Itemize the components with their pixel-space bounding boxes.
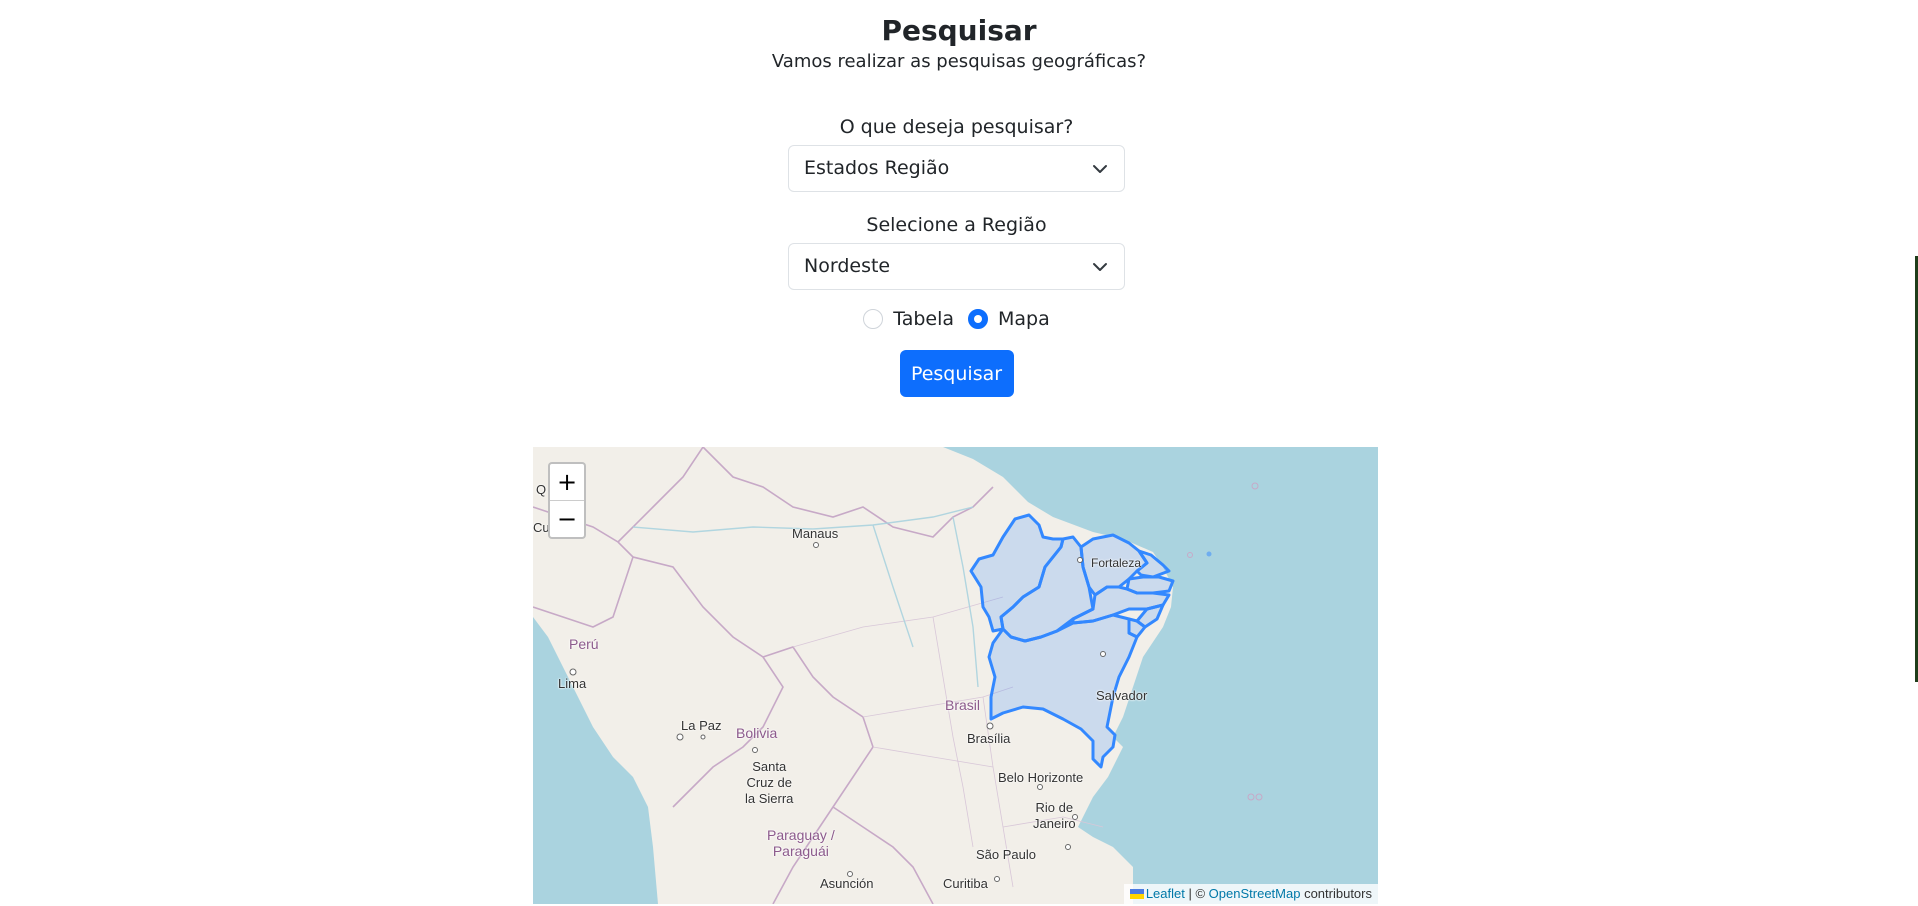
radio-option-tabela[interactable]: Tabela	[863, 308, 954, 330]
map-label-salvador: Salvador	[1096, 688, 1148, 703]
map-label-asuncion: Asunción	[820, 876, 874, 891]
radio-option-mapa[interactable]: Mapa	[968, 308, 1050, 330]
zoom-in-button[interactable]: +	[550, 464, 584, 501]
ukraine-flag-icon	[1129, 889, 1144, 899]
region-label: Selecione a Região	[866, 214, 1047, 236]
map-label-manaus: Manaus	[792, 526, 839, 541]
map-label-bolivia: Bolivia	[736, 725, 778, 741]
region-select[interactable]: Nordeste	[788, 243, 1125, 290]
map[interactable]: Manaus Fortaleza Perú Lima Brasil Salvad…	[533, 447, 1378, 904]
map-label-brasilia: Brasília	[967, 731, 1011, 746]
map-label-brasil: Brasil	[945, 697, 981, 713]
map-label-belo-horizonte: Belo Horizonte	[998, 770, 1084, 785]
radio-mapa[interactable]	[968, 309, 989, 329]
search-form: O que deseja pesquisar? Estados Região S…	[788, 112, 1125, 397]
search-type-select[interactable]: Estados Região	[788, 145, 1125, 192]
chevron-down-icon	[1093, 263, 1107, 271]
zoom-out-button[interactable]: −	[550, 501, 584, 537]
radio-mapa-label: Mapa	[998, 308, 1050, 330]
map-attribution: Leaflet | © OpenStreetMap contributors	[1123, 884, 1378, 904]
map-tiles	[533, 447, 1378, 904]
map-label-curitiba: Curitiba	[943, 876, 988, 891]
attribution-separator: | ©	[1184, 886, 1209, 901]
header: Pesquisar Vamos realizar as pesquisas ge…	[0, 12, 1918, 74]
map-label-q: Q	[536, 482, 547, 497]
radio-tabela-label: Tabela	[893, 308, 955, 330]
page-subtitle: Vamos realizar as pesquisas geográficas?	[771, 51, 1147, 72]
radio-tabela[interactable]	[863, 309, 884, 329]
map-label-rio: Rio de Janeiro	[1033, 800, 1076, 831]
map-label-paraguay: Paraguay / Paraguái	[767, 827, 835, 859]
map-label-sao-paulo: São Paulo	[976, 847, 1036, 862]
zoom-control: + −	[548, 462, 586, 539]
chevron-down-icon	[1093, 165, 1107, 173]
map-label-fortaleza: Fortaleza	[1091, 556, 1142, 570]
search-type-label: O que deseja pesquisar?	[839, 116, 1074, 138]
map-label-lima: Lima	[558, 676, 587, 691]
search-button[interactable]: Pesquisar	[899, 350, 1014, 397]
page: Pesquisar Vamos realizar as pesquisas ge…	[0, 0, 1918, 906]
view-options: Tabela Mapa	[788, 308, 1125, 330]
attribution-suffix: contributors	[1300, 886, 1372, 901]
map-label-peru: Perú	[569, 636, 599, 652]
osm-link[interactable]: OpenStreetMap	[1209, 886, 1301, 901]
page-title: Pesquisar	[881, 14, 1037, 47]
search-type-value: Estados Região	[804, 157, 950, 179]
region-value: Nordeste	[804, 255, 891, 277]
map-label-la-paz: La Paz	[681, 718, 722, 733]
leaflet-link[interactable]: Leaflet	[1146, 886, 1185, 901]
map-label-santa-cruz: Santa Cruz de la Sierra	[745, 759, 794, 806]
